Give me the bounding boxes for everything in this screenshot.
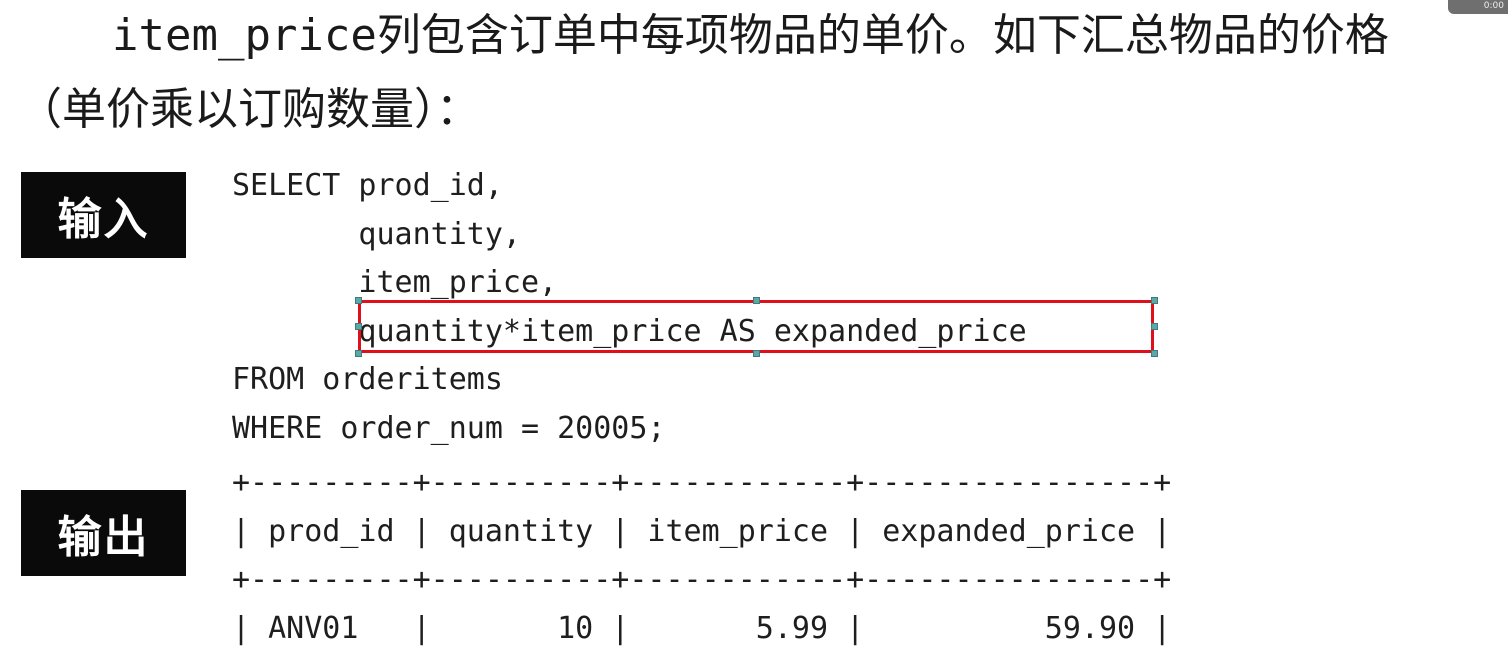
inline-code-item-price: item_price xyxy=(112,10,377,61)
table-row: | ANV01 | 10 | 5.99 | 59.90 | xyxy=(232,610,1172,646)
table-border-line: +---------+----------+------------+-----… xyxy=(232,465,1172,500)
code-line: SELECT prod_id, xyxy=(232,168,503,203)
paragraph-line-2: （单价乘以订购数量）： xyxy=(18,84,480,135)
table-header-row: | prod_id | quantity | item_price | expa… xyxy=(232,513,1172,549)
table-border-line: +---------+----------+------------+-----… xyxy=(232,562,1172,597)
player-time-badge: 0:00 xyxy=(1448,0,1508,14)
output-label: 输出 xyxy=(21,490,186,576)
resize-handle-top-left[interactable] xyxy=(355,297,362,304)
resize-handle-bottom-left[interactable] xyxy=(355,350,362,357)
resize-handle-middle-left[interactable] xyxy=(355,323,362,330)
query-result-table: +---------+----------+------------+-----… xyxy=(232,459,1171,653)
resize-handle-top-middle[interactable] xyxy=(753,297,760,304)
code-line: quantity, xyxy=(232,216,521,252)
paragraph-line-1: item_price列包含订单中每项物品的单价。如下汇总物品的价格 xyxy=(112,10,1389,62)
resize-handle-bottom-middle[interactable] xyxy=(753,350,760,357)
code-line: FROM orderitems xyxy=(232,362,503,397)
resize-handle-middle-right[interactable] xyxy=(1151,323,1158,330)
paragraph-text: 列包含订单中每项物品的单价。如下汇总物品的价格 xyxy=(376,10,1389,61)
resize-handle-bottom-right[interactable] xyxy=(1151,350,1158,357)
selection-highlight-box[interactable] xyxy=(358,300,1154,353)
code-line: WHERE order_num = 20005; xyxy=(232,410,666,446)
resize-handle-top-right[interactable] xyxy=(1151,297,1158,304)
input-label: 输入 xyxy=(21,172,186,258)
